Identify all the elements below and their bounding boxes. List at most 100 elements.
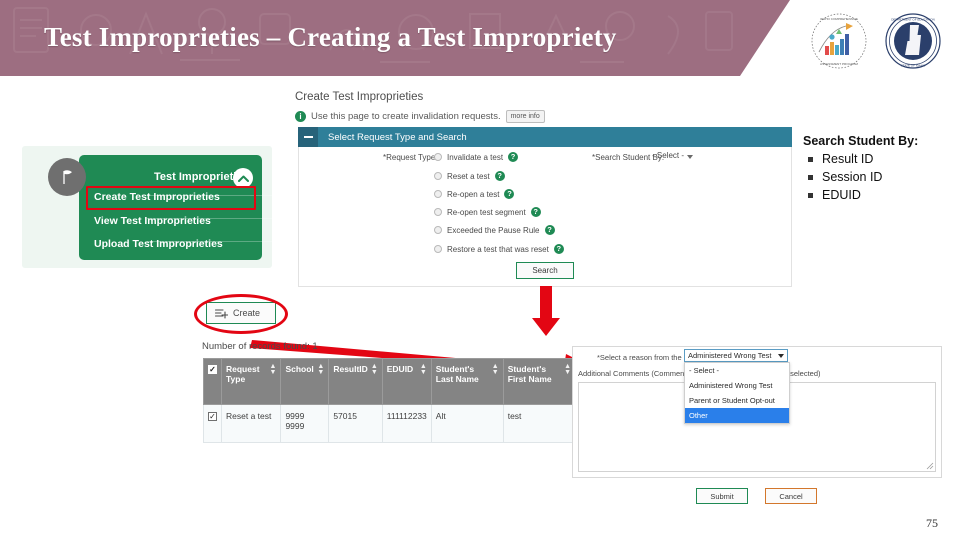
column-label: Student's Last Name (435, 364, 479, 384)
radio-re-open-test-segment[interactable]: Re-open test segment ? (434, 207, 541, 217)
sidebar-item-upload-test-improprieties[interactable]: Upload Test Improprieties (94, 238, 254, 250)
request-type-label: *Request Type: (383, 153, 438, 162)
dropdown-option-select[interactable]: - Select - (685, 363, 789, 378)
svg-text:ASSESSMENT PROGRAM: ASSESSMENT PROGRAM (820, 62, 858, 66)
reason-select-value: Administered Wrong Test (688, 351, 772, 360)
column-label: Request Type (226, 364, 260, 384)
sidebar-item-view-test-improprieties[interactable]: View Test Improprieties (94, 215, 254, 227)
note-item-label: Session ID (822, 170, 883, 184)
bullet-square-icon (808, 157, 813, 162)
column-header-student-first-name[interactable]: Student's First Name ▲ ▼ (502, 358, 577, 405)
radio-dot[interactable] (434, 153, 442, 161)
note-list-item: Result ID (803, 152, 953, 166)
idaho-state-department-of-education-seal: DEPARTMENT OF EDUCATION STATE OF IDAHO (885, 13, 941, 69)
search-note-title: Search Student By: (803, 134, 919, 148)
select-all-checkbox-header[interactable]: ✓ (203, 358, 222, 405)
column-header-result-id[interactable]: ResultID ▲ ▼ (328, 358, 383, 405)
idaho-comprehensive-assessment-program-logo: IDAHO COMPREHENSIVE ASSESSMENT PROGRAM (811, 13, 867, 69)
radio-label: Exceeded the Pause Rule (447, 225, 540, 235)
bullet-square-icon (808, 175, 813, 180)
header-banner: Test Improprieties – Creating a Test Imp… (0, 0, 790, 76)
cell-school: 9999 9999 (280, 404, 330, 443)
radio-reset-a-test[interactable]: Reset a test ? (434, 171, 505, 181)
submit-button[interactable]: Submit (696, 488, 748, 504)
radio-dot[interactable] (434, 245, 442, 253)
radio-re-open-a-test[interactable]: Re-open a test ? (434, 189, 515, 199)
radio-invalidate-a-test[interactable]: Invalidate a test ? (434, 152, 519, 162)
chevron-down-icon (778, 353, 784, 358)
app-subtitle-row: i Use this page to create invalidation r… (295, 110, 545, 123)
table-row[interactable]: ✓ Reset a test 9999 9999 57015 111112233… (203, 404, 577, 443)
note-list-item: EDUID (803, 188, 953, 202)
table-header-row: ✓ Request Type ▲ ▼ School ▲ ▼ ResultID ▲ ▼ EDU… (203, 358, 577, 405)
select-all-checkbox[interactable]: ✓ (208, 365, 217, 374)
select-reason-label: *Select a reason from the list: (597, 353, 695, 362)
column-header-school[interactable]: School ▲ ▼ (280, 358, 330, 405)
column-label: Student's First Name (507, 364, 552, 384)
help-icon[interactable]: ? (504, 189, 515, 199)
column-label: EDUID (386, 364, 414, 374)
search-student-by-note: Search Student By: Result ID Session ID … (803, 134, 953, 206)
page-title: Test Improprieties – Creating a Test Imp… (44, 22, 617, 52)
svg-text:DEPARTMENT OF EDUCATION: DEPARTMENT OF EDUCATION (891, 17, 935, 21)
column-header-request-type[interactable]: Request Type ▲ ▼ (220, 358, 282, 405)
cell-result-id: 57015 (328, 404, 383, 443)
svg-text:IDAHO COMPREHENSIVE: IDAHO COMPREHENSIVE (820, 17, 858, 21)
row-checkbox-cell[interactable]: ✓ (203, 404, 222, 443)
help-icon[interactable]: ? (530, 207, 541, 217)
info-icon: i (295, 111, 306, 122)
reason-dropdown-options[interactable]: - Select - Administered Wrong Test Paren… (684, 362, 790, 424)
section-header-label: Select Request Type and Search (328, 131, 467, 143)
column-label: School (285, 364, 314, 374)
help-icon[interactable]: ? (553, 244, 564, 254)
column-header-student-last-name[interactable]: Student's Last Name ▲ ▼ (430, 358, 504, 405)
help-icon[interactable]: ? (494, 171, 505, 181)
minus-icon[interactable] (298, 127, 318, 147)
radio-label: Restore a test that was reset (447, 244, 549, 254)
radio-dot[interactable] (434, 208, 442, 216)
note-list-item: Session ID (803, 170, 953, 184)
chevron-up-icon[interactable] (233, 168, 253, 188)
radio-label: Invalidate a test (447, 152, 504, 162)
records-found-label: Number of records found: 1 (202, 341, 318, 352)
select-request-type-section-header: Select Request Type and Search (298, 127, 792, 147)
comments-label-start: Additional Comments (Comment (578, 369, 687, 378)
cell-student-first-name: test (502, 404, 577, 443)
dropdown-option-administered-wrong-test[interactable]: Administered Wrong Test (685, 378, 789, 393)
column-header-eduid[interactable]: EDUID ▲ ▼ (381, 358, 432, 405)
resize-handle-icon[interactable] (926, 462, 934, 470)
reason-select[interactable]: Administered Wrong Test (684, 349, 788, 362)
radio-label: Reset a test (447, 171, 490, 181)
radio-label: Re-open test segment (447, 207, 526, 217)
app-page-title: Create Test Improprieties (295, 91, 424, 103)
sort-arrows-icon[interactable]: ▲ ▼ (492, 363, 499, 376)
sort-arrows-icon[interactable]: ▲ ▼ (564, 363, 571, 376)
note-item-label: EDUID (822, 188, 861, 202)
cancel-button[interactable]: Cancel (765, 488, 817, 504)
help-icon[interactable]: ? (508, 152, 519, 162)
sort-arrows-icon[interactable]: ▲ ▼ (420, 363, 427, 376)
page-number: 75 (926, 516, 938, 530)
radio-dot[interactable] (434, 172, 442, 180)
radio-restore-a-test-that-was-reset[interactable]: Restore a test that was reset ? (434, 244, 564, 254)
radio-dot[interactable] (434, 190, 442, 198)
radio-dot[interactable] (434, 226, 442, 234)
help-icon[interactable]: ? (544, 225, 555, 235)
red-highlight-box-create-menu-item (86, 186, 256, 210)
row-checkbox[interactable]: ✓ (208, 412, 217, 421)
chevron-down-icon[interactable] (687, 155, 693, 159)
sort-arrows-icon[interactable]: ▲ ▼ (317, 363, 324, 376)
radio-exceeded-the-pause-rule[interactable]: Exceeded the Pause Rule ? (434, 225, 555, 235)
cell-eduid: 111112233 (381, 404, 432, 443)
results-table: ✓ Request Type ▲ ▼ School ▲ ▼ ResultID ▲ ▼ EDU… (203, 358, 577, 443)
sort-arrows-icon[interactable]: ▲ ▼ (270, 363, 277, 376)
note-item-label: Result ID (822, 152, 874, 166)
more-info-button[interactable]: more info (505, 110, 545, 123)
dropdown-option-other[interactable]: Other (685, 408, 789, 423)
search-button[interactable]: Search (516, 262, 574, 279)
cell-student-last-name: Alt (430, 404, 504, 443)
sort-arrows-icon[interactable]: ▲ ▼ (371, 363, 378, 376)
bullet-square-icon (808, 193, 813, 198)
dropdown-option-parent-or-student-opt-out[interactable]: Parent or Student Opt-out (685, 393, 789, 408)
svg-text:STATE OF IDAHO: STATE OF IDAHO (901, 64, 926, 68)
